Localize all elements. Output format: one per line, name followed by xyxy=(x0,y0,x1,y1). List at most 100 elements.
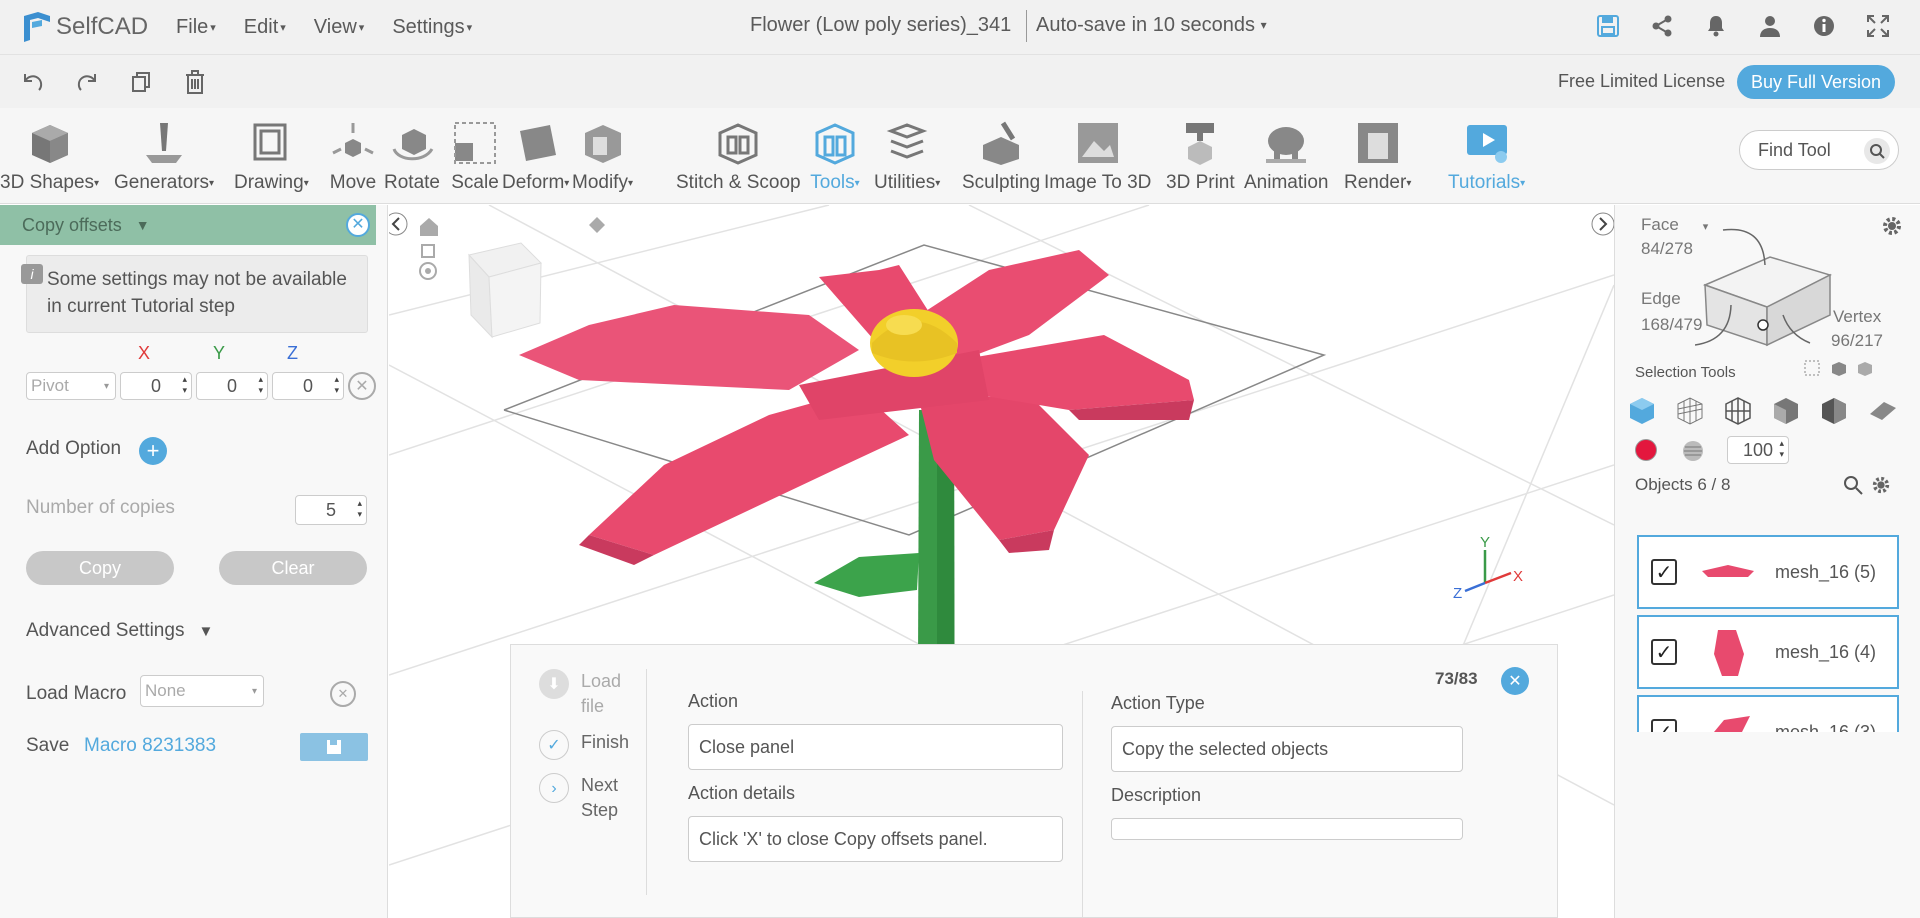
tool-3d-shapes-icon xyxy=(23,116,77,170)
document-title[interactable]: Flower (Low poly series)_341 xyxy=(750,14,1011,37)
collapse-left-icon[interactable] xyxy=(389,212,408,236)
offset-z-input[interactable]: 0 xyxy=(272,372,344,400)
action-type-field[interactable]: Copy the selected objects xyxy=(1111,726,1463,772)
tool-label: Move xyxy=(329,172,377,193)
macro-name[interactable]: Macro 8231383 xyxy=(84,735,216,757)
menu-view-label: View xyxy=(313,15,357,38)
action-details-field[interactable]: Click 'X' to close Copy offsets panel. xyxy=(688,816,1063,862)
duplicate-icon[interactable] xyxy=(126,67,156,97)
macro-select[interactable]: None ▾ xyxy=(140,675,264,707)
info-icon: i xyxy=(21,264,43,284)
tool-tools[interactable]: Tools▾ xyxy=(808,108,862,204)
buy-full-version-button[interactable]: Buy Full Version xyxy=(1737,65,1895,99)
search-icon[interactable] xyxy=(1864,138,1890,164)
tool-deform-icon xyxy=(509,116,563,170)
tool-deform[interactable]: Deform▾ xyxy=(502,108,569,204)
view-cube[interactable] xyxy=(468,242,542,339)
autosave-dropdown[interactable]: Auto-save in 10 seconds ▾ xyxy=(1036,14,1267,37)
object-thumbnail xyxy=(1693,704,1763,732)
collapse-right-icon[interactable] xyxy=(1591,212,1614,236)
advanced-settings-toggle[interactable]: Advanced Settings ▼ xyxy=(26,620,213,642)
leaf[interactable] xyxy=(814,553,919,597)
tool-label: Stitch & Scoop xyxy=(676,172,801,193)
object-list-item[interactable]: ✓ mesh_16 (5) xyxy=(1637,535,1899,609)
clear-macro-button[interactable]: ✕ xyxy=(330,681,356,707)
pivot-value: Pivot xyxy=(31,376,69,395)
share-icon[interactable] xyxy=(1648,12,1676,40)
tool-stitch-scoop[interactable]: Stitch & Scoop xyxy=(676,108,801,204)
chevron-down-icon: ▾ xyxy=(564,178,570,189)
finish-label: Finish xyxy=(581,732,630,752)
tool-3d-print[interactable]: 3D Print xyxy=(1166,108,1235,204)
tool-render[interactable]: Render▾ xyxy=(1344,108,1411,204)
pivot-select[interactable]: Pivot ▾ xyxy=(26,372,116,400)
panel-header[interactable]: Copy offsets ▼ xyxy=(0,205,376,245)
tutorial-info-box: i Some settings may not be available in … xyxy=(21,255,368,333)
flower-petals[interactable] xyxy=(519,250,1194,565)
offset-y-input[interactable]: 0 xyxy=(196,372,268,400)
description-field[interactable] xyxy=(1111,818,1463,840)
step-divider xyxy=(646,669,647,895)
object-list-item[interactable]: ✓ mesh_16 (4) xyxy=(1637,615,1899,689)
home-icon[interactable] xyxy=(420,218,438,236)
info-icon[interactable] xyxy=(1810,12,1838,40)
find-tool-input[interactable]: Find Tool xyxy=(1739,130,1899,170)
menu-edit[interactable]: Edit ▾ xyxy=(244,16,286,39)
camera-orbit-icon[interactable] xyxy=(419,262,437,280)
projection-icon[interactable] xyxy=(589,217,605,233)
tool-generators-icon xyxy=(137,116,191,170)
action-panel-close-button[interactable]: ✕ xyxy=(1501,667,1529,695)
add-option-button[interactable]: + xyxy=(139,437,167,465)
next-step[interactable]: › Next Step xyxy=(539,773,631,823)
tool-image-to-3d[interactable]: Image To 3D xyxy=(1044,108,1151,204)
finish-step[interactable]: ✓ Finish xyxy=(539,730,629,760)
user-icon[interactable] xyxy=(1756,12,1784,40)
tool-scale[interactable]: Scale xyxy=(448,108,502,204)
action-label: Action xyxy=(688,691,739,711)
fullscreen-icon[interactable] xyxy=(1864,12,1892,40)
object-list-item[interactable]: ✓ mesh_16 (3) xyxy=(1637,695,1899,732)
visibility-checkbox[interactable]: ✓ xyxy=(1651,559,1677,585)
tool-animation-icon xyxy=(1259,116,1313,170)
menu-view[interactable]: View ▾ xyxy=(314,16,365,39)
clear-button[interactable]: Clear xyxy=(219,551,367,585)
offset-x-input[interactable]: 0 xyxy=(120,372,192,400)
save-macro-button[interactable] xyxy=(300,733,368,761)
tool-tutorials[interactable]: Tutorials▾ xyxy=(1448,108,1525,204)
undo-icon[interactable] xyxy=(18,67,48,97)
fit-view-icon[interactable] xyxy=(421,244,435,258)
trash-icon[interactable] xyxy=(180,67,210,97)
tool-label: Drawing▾ xyxy=(234,172,309,193)
tool-rotate[interactable]: Rotate xyxy=(384,108,440,204)
collapse-icon[interactable]: ▼ xyxy=(136,217,150,233)
logo[interactable]: SelfCAD xyxy=(20,10,148,44)
load-file-step[interactable]: ⬇ Load file xyxy=(539,669,631,719)
license-text: Free Limited License xyxy=(1558,71,1726,91)
visibility-checkbox[interactable]: ✓ xyxy=(1651,719,1677,732)
tool-animation[interactable]: Animation xyxy=(1244,108,1329,204)
menu-settings[interactable]: Settings ▾ xyxy=(392,16,472,39)
object-name: mesh_16 (5) xyxy=(1775,561,1877,582)
visibility-checkbox[interactable]: ✓ xyxy=(1651,639,1677,665)
remove-offset-button[interactable]: ✕ xyxy=(348,372,376,400)
tool-move[interactable]: Move xyxy=(326,108,380,204)
tool-drawing[interactable]: Drawing▾ xyxy=(234,108,309,204)
tool-generators[interactable]: Generators▾ xyxy=(114,108,214,204)
bell-icon[interactable] xyxy=(1702,12,1730,40)
copies-input[interactable]: 5 xyxy=(295,495,367,525)
save-icon[interactable] xyxy=(1594,12,1622,40)
tool-sculpting[interactable]: Sculpting xyxy=(962,108,1040,204)
action-field[interactable]: Close panel xyxy=(688,724,1063,770)
menu-bar: SelfCAD File ▾ Edit ▾ View ▾ Settings ▾ Flow… xyxy=(0,0,1920,54)
redo-icon[interactable] xyxy=(72,67,102,97)
axis-z-label: Z xyxy=(287,343,298,363)
tool-utilities[interactable]: Utilities▾ xyxy=(874,108,940,204)
save-icon xyxy=(327,740,341,754)
menu-file[interactable]: File ▾ xyxy=(176,16,216,39)
flower-center[interactable] xyxy=(870,309,958,377)
tool-3d-shapes[interactable]: 3D Shapes▾ xyxy=(0,108,99,204)
tool-modify[interactable]: Modify▾ xyxy=(572,108,633,204)
panel-close-button[interactable]: ✕ xyxy=(346,213,370,237)
tool-stitch-scoop-icon xyxy=(711,116,765,170)
copy-button[interactable]: Copy xyxy=(26,551,174,585)
